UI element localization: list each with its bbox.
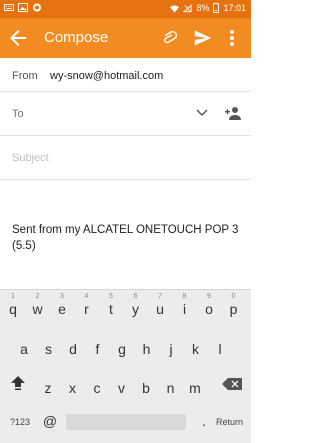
key-label: p	[229, 301, 238, 317]
chevron-down-icon[interactable]	[196, 108, 208, 118]
key-w[interactable]: 2w	[29, 293, 47, 318]
key-hint: 6	[133, 293, 138, 300]
from-label: From	[12, 70, 38, 82]
key-label: n	[166, 380, 175, 396]
key-q[interactable]: 1q	[4, 293, 22, 318]
key-label: g	[118, 341, 126, 357]
key-label: c	[93, 380, 101, 396]
key-v[interactable]: v	[113, 373, 131, 397]
key-f[interactable]: f	[89, 334, 107, 358]
system-status: 8% 17:01	[170, 3, 246, 13]
to-field[interactable]: To	[0, 92, 251, 136]
from-row[interactable]: From wy-snow@hotmail.com	[0, 58, 251, 92]
backspace-icon[interactable]	[222, 378, 242, 390]
key-hint: 2	[35, 293, 40, 300]
add-person-icon[interactable]	[224, 105, 242, 121]
notification-icons	[4, 3, 42, 12]
key-y[interactable]: 6y	[127, 293, 145, 318]
key-b[interactable]: b	[137, 373, 155, 397]
key-label: o	[205, 301, 213, 317]
key-label: i	[182, 301, 187, 317]
page-title: Compose	[44, 29, 109, 46]
key-label: v	[118, 380, 125, 396]
key-r[interactable]: 4r	[78, 293, 96, 318]
key-a[interactable]: a	[15, 334, 33, 358]
key-g[interactable]: g	[113, 334, 131, 358]
message-body[interactable]: Sent from my ALCATEL ONETOUCH POP 3 (5.5…	[12, 222, 244, 254]
image-notification-icon	[18, 3, 28, 12]
key-label: f	[95, 341, 100, 357]
send-icon[interactable]	[192, 27, 214, 49]
key-hint: 1	[11, 293, 15, 300]
key-t[interactable]: 5t	[102, 293, 120, 318]
wifi-icon	[170, 4, 180, 13]
app-bar: Compose	[0, 18, 251, 58]
key-s[interactable]: s	[40, 334, 58, 358]
key-j[interactable]: j	[162, 334, 180, 358]
key-label: s	[45, 341, 52, 357]
key-l[interactable]: l	[211, 334, 229, 358]
key-hint: 3	[60, 293, 64, 300]
space-key[interactable]	[66, 414, 186, 430]
key-label: h	[142, 341, 151, 357]
key-n[interactable]: n	[162, 373, 180, 397]
at-key[interactable]: @	[40, 413, 60, 431]
back-arrow-icon[interactable]	[6, 26, 30, 50]
key-c[interactable]: c	[88, 373, 106, 397]
clock: 17:01	[223, 3, 246, 13]
key-hint: 9	[207, 293, 211, 300]
subject-placeholder: Subject	[12, 152, 49, 164]
key-label: w	[32, 301, 43, 317]
key-label: z	[44, 380, 52, 396]
key-x[interactable]: x	[64, 373, 82, 397]
battery-icon	[213, 3, 220, 13]
key-p[interactable]: 0p	[225, 293, 243, 318]
key-label: r	[84, 301, 89, 317]
key-z[interactable]: z	[39, 373, 57, 397]
key-hint: 0	[231, 293, 236, 300]
soft-keyboard: 1q2w3e4r5t6y7u8i9o0p asdfghjkl zxcvbnm ?…	[0, 289, 251, 443]
period-key[interactable]: .	[198, 413, 210, 431]
key-hint: 4	[84, 293, 89, 300]
key-hint: 7	[158, 293, 162, 300]
to-label: To	[12, 108, 24, 120]
key-label: a	[20, 341, 28, 357]
key-label: x	[69, 380, 76, 396]
key-k[interactable]: k	[187, 334, 205, 358]
attach-icon[interactable]	[159, 27, 181, 49]
key-hint: 5	[109, 293, 113, 300]
key-e[interactable]: 3e	[53, 293, 71, 318]
key-label: e	[58, 301, 66, 317]
no-signal-icon	[183, 3, 193, 12]
key-label: d	[69, 341, 77, 357]
key-label: k	[192, 341, 199, 357]
return-key[interactable]: Return	[216, 417, 243, 427]
status-bar: 8% 17:01	[0, 0, 251, 18]
key-label: u	[156, 301, 164, 317]
key-label: t	[109, 301, 113, 317]
key-label: j	[169, 341, 173, 357]
overflow-menu-icon[interactable]	[222, 27, 242, 49]
key-d[interactable]: d	[64, 334, 82, 358]
key-label: b	[142, 380, 150, 396]
key-i[interactable]: 8i	[176, 293, 194, 318]
key-hint: 8	[182, 293, 187, 300]
from-account[interactable]: wy-snow@hotmail.com	[50, 70, 163, 82]
key-m[interactable]: m	[186, 373, 204, 397]
app-notification-icon	[33, 3, 41, 12]
key-label: m	[189, 380, 201, 396]
battery-percent: 8%	[196, 3, 210, 13]
key-u[interactable]: 7u	[151, 293, 169, 318]
key-h[interactable]: h	[138, 334, 156, 358]
key-label: q	[9, 301, 17, 317]
key-label: y	[132, 301, 139, 317]
symbols-key[interactable]: ?123	[10, 417, 30, 427]
key-label: l	[218, 341, 222, 357]
keyboard-notification-icon	[4, 4, 14, 11]
key-o[interactable]: 9o	[200, 293, 218, 318]
shift-icon[interactable]	[10, 375, 26, 391]
subject-field[interactable]: Subject	[0, 136, 251, 180]
